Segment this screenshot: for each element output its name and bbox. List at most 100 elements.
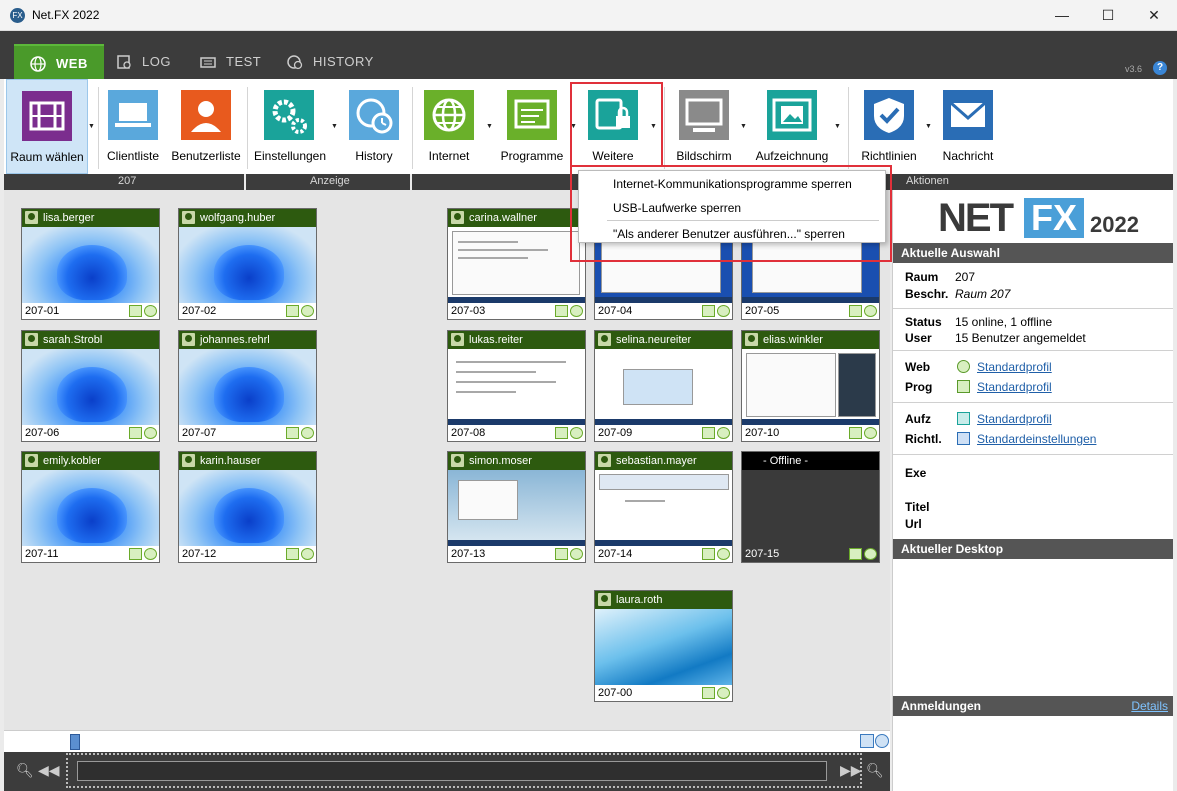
highlight-box <box>570 165 892 262</box>
tab-web[interactable]: WEB <box>14 44 104 79</box>
globe-icon <box>424 90 474 140</box>
client-tile[interactable]: selina.neureiter 207-09 <box>594 330 733 442</box>
client-pc: 207-08 <box>451 427 486 439</box>
web-status-icon <box>717 687 730 699</box>
client-screen <box>595 609 732 685</box>
user-icon <box>451 333 464 346</box>
program-status-icon <box>286 427 299 439</box>
user-icon <box>181 90 231 140</box>
client-tile[interactable]: carina.wallner 207-03 <box>447 208 586 320</box>
client-tile[interactable]: laura.roth 207-00 <box>594 590 733 702</box>
recording-profile-link[interactable]: Standardprofil <box>977 412 1052 426</box>
internet-dropdown-arrow[interactable]: ▼ <box>486 123 493 130</box>
user-icon <box>745 333 758 346</box>
client-tile[interactable]: elias.winkler 207-10 <box>741 330 880 442</box>
client-tile[interactable]: karin.hauser 207-12 <box>178 451 317 563</box>
userlist-button[interactable]: Benutzerliste <box>168 79 244 174</box>
program-profile-link[interactable]: Standardprofil <box>977 380 1052 394</box>
client-screen <box>448 227 585 303</box>
screen-button[interactable]: Bildschirm <box>670 79 738 174</box>
client-tile[interactable]: sebastian.mayer 207-14 <box>594 451 733 563</box>
screen-dropdown-arrow[interactable]: ▼ <box>740 123 747 130</box>
help-icon[interactable]: ? <box>1153 61 1167 75</box>
policy-profile-link[interactable]: Standardeinstellungen <box>977 432 1096 446</box>
button-label: Richtlinien <box>861 149 917 163</box>
title-bar: FX Net.FX 2022 — ☐ ✕ <box>0 0 1177 31</box>
gears-icon <box>264 90 314 140</box>
room-dropdown-arrow[interactable]: ▼ <box>88 123 95 130</box>
room-select-button[interactable]: Raum wählen <box>6 79 88 174</box>
user-count-value: 15 Benutzer angemeldet <box>955 331 1086 345</box>
client-pc: 207-03 <box>451 305 486 317</box>
minimize-button[interactable]: — <box>1039 0 1085 31</box>
zoom-in-icon[interactable]: 🔍︎ <box>866 762 884 779</box>
web-status-icon <box>864 548 877 560</box>
web-status-icon <box>144 548 157 560</box>
close-button[interactable]: ✕ <box>1131 0 1177 31</box>
client-user: sebastian.mayer <box>616 455 697 467</box>
client-tile[interactable]: wolfgang.huber 207-02 <box>178 208 317 320</box>
web-status-icon <box>717 305 730 317</box>
web-status-icon <box>144 305 157 317</box>
title-label: Titel <box>905 500 930 514</box>
client-pc: 207-02 <box>182 305 217 317</box>
client-pc: 207-00 <box>598 687 633 699</box>
client-tile[interactable]: johannes.rehrl 207-07 <box>178 330 317 442</box>
client-tile-offline[interactable]: - Offline - 207-15 <box>741 451 880 563</box>
user-icon <box>451 211 464 224</box>
netfx-icon: FX <box>10 8 25 23</box>
web-status-icon <box>570 305 583 317</box>
tab-label: TEST <box>226 54 262 69</box>
program-icon <box>507 90 557 140</box>
button-label: Aufzeichnung <box>755 149 829 163</box>
tab-log[interactable]: LOG <box>100 44 187 79</box>
client-tile[interactable]: simon.moser 207-13 <box>447 451 586 563</box>
client-pc: 207-12 <box>182 548 217 560</box>
maximize-button[interactable]: ☐ <box>1085 0 1131 31</box>
settings-button[interactable]: Einstellungen <box>250 79 330 174</box>
rewind-icon[interactable]: ◀◀ <box>38 762 60 779</box>
client-tile[interactable]: emily.kobler 207-11 <box>21 451 160 563</box>
clientlist-button[interactable]: Clientliste <box>102 79 164 174</box>
tab-history[interactable]: HISTORY <box>271 44 390 79</box>
settings-dropdown-arrow[interactable]: ▼ <box>331 123 338 130</box>
client-pc: 207-11 <box>25 548 59 560</box>
history-button[interactable]: History <box>344 79 404 174</box>
program-status-icon <box>702 427 715 439</box>
tab-label: WEB <box>56 56 88 71</box>
history-globe-icon <box>349 90 399 140</box>
program-status-icon <box>555 427 568 439</box>
client-user: selina.neureiter <box>616 334 692 346</box>
zoom-bar: 🔍︎ ◀◀ ▶▶ 🔍︎ <box>4 752 890 791</box>
policies-dropdown-arrow[interactable]: ▼ <box>925 123 932 130</box>
recording-button[interactable]: Aufzeichnung <box>752 79 832 174</box>
internet-button[interactable]: Internet <box>418 79 480 174</box>
status-value: 15 online, 1 offline <box>955 315 1053 329</box>
zoom-out-icon[interactable]: 🔍︎ <box>16 762 34 779</box>
web-status-icon <box>717 427 730 439</box>
client-grid: lisa.berger 207-01 wolfgang.huber 207-02… <box>4 190 890 730</box>
timeline-track[interactable] <box>77 761 827 781</box>
client-tile[interactable]: sarah.Strobl 207-06 <box>21 330 160 442</box>
details-link[interactable]: Details <box>1131 696 1168 716</box>
logins-header: Anmeldungen Details <box>893 696 1173 716</box>
tab-label: LOG <box>142 54 171 69</box>
recording-dropdown-arrow[interactable]: ▼ <box>834 123 841 130</box>
web-status-icon <box>301 305 314 317</box>
button-label: Nachricht <box>942 149 994 163</box>
current-selection-header: Aktuelle Auswahl <box>893 243 1173 263</box>
web-profile-link[interactable]: Standardprofil <box>977 360 1052 374</box>
tab-test[interactable]: TEST <box>184 44 277 79</box>
programs-button[interactable]: Programme <box>498 79 566 174</box>
highlight-box <box>570 82 663 167</box>
message-button[interactable]: Nachricht <box>938 79 998 174</box>
client-tile[interactable]: lisa.berger 207-01 <box>21 208 160 320</box>
globe-icon <box>30 56 46 72</box>
timeline-handle[interactable] <box>70 734 80 750</box>
policies-button[interactable]: Richtlinien <box>854 79 924 174</box>
web-status-icon <box>864 427 877 439</box>
main-tab-bar: WEB LOG TEST HISTORY v3.6 ? <box>0 31 1177 79</box>
recording-profile-icon <box>957 412 970 425</box>
fast-forward-icon[interactable]: ▶▶ <box>840 762 862 779</box>
client-tile[interactable]: lukas.reiter 207-08 <box>447 330 586 442</box>
